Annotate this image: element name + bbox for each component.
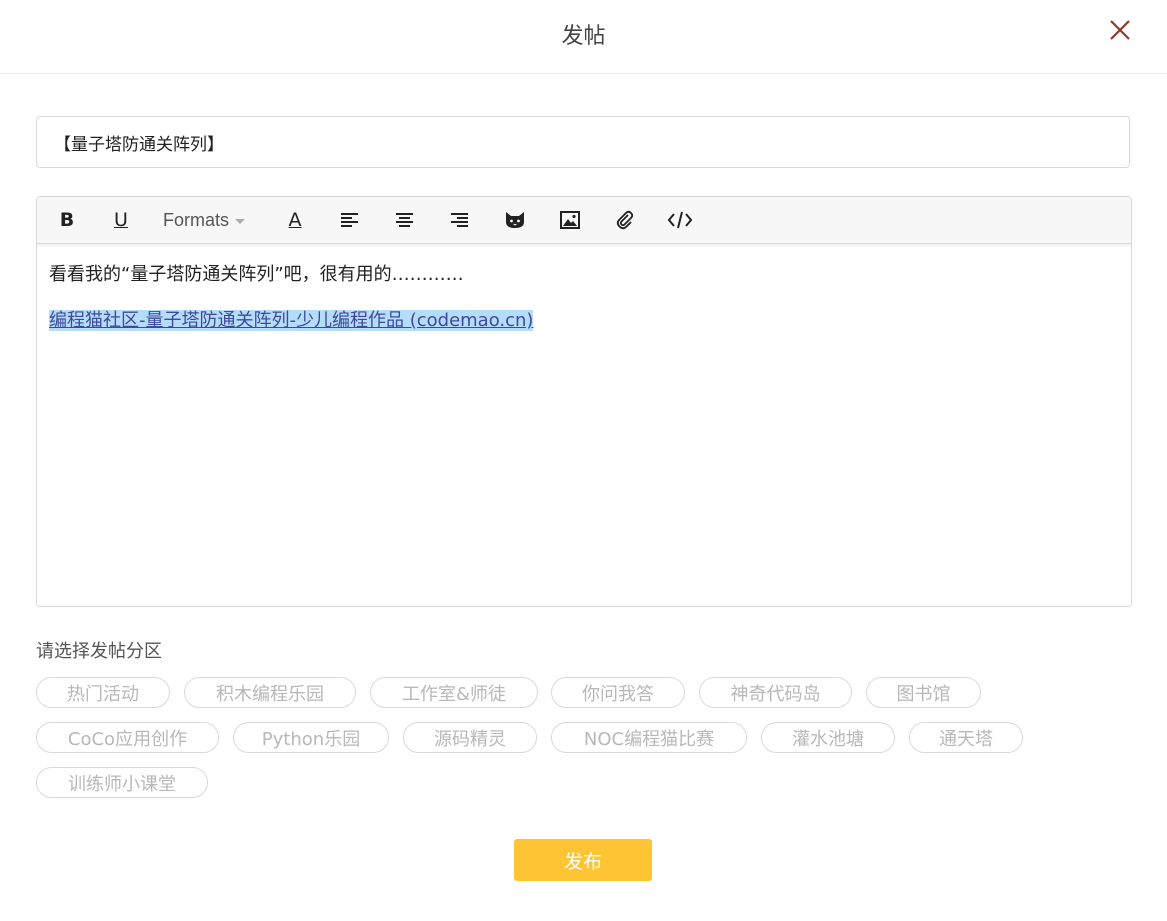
editor-toolbar: B U Formats A: [37, 197, 1131, 244]
font-color-button[interactable]: A: [285, 207, 305, 233]
category-tag[interactable]: 通天塔: [909, 722, 1023, 753]
underline-button[interactable]: U: [111, 207, 131, 233]
attachment-icon: [616, 210, 634, 230]
category-tag[interactable]: 热门活动: [36, 677, 170, 708]
source-code-button[interactable]: [667, 207, 693, 233]
close-button[interactable]: [1106, 16, 1134, 44]
font-color-icon: A: [288, 209, 302, 231]
category-tag[interactable]: NOC编程猫比赛: [551, 722, 747, 753]
align-center-button[interactable]: [394, 207, 416, 233]
formats-dropdown[interactable]: Formats: [163, 207, 246, 233]
category-tag[interactable]: Python乐园: [233, 722, 389, 753]
bold-button[interactable]: B: [57, 207, 77, 233]
bold-icon: B: [59, 209, 75, 231]
category-tag[interactable]: 灌水池塘: [761, 722, 895, 753]
align-center-icon: [396, 213, 413, 227]
category-tag[interactable]: 神奇代码岛: [699, 677, 852, 708]
insert-image-button[interactable]: [559, 207, 581, 233]
category-tag[interactable]: 源码精灵: [403, 722, 537, 753]
category-tag[interactable]: 图书馆: [866, 677, 981, 708]
post-title-input[interactable]: [36, 116, 1130, 168]
category-tag[interactable]: 积木编程乐园: [184, 677, 356, 708]
emoji-button[interactable]: [504, 207, 526, 233]
dialog-title: 发帖: [561, 24, 606, 49]
align-left-icon: [341, 213, 358, 227]
align-right-icon: [451, 213, 468, 227]
category-tag[interactable]: 工作室&师徒: [370, 677, 538, 708]
post-body-text: 看看我的“量子塔防通关阵列”吧，很有用的…………: [49, 264, 464, 285]
cat-emoji-icon: [506, 212, 524, 228]
dialog-header: 发帖: [0, 0, 1167, 74]
category-tag[interactable]: 训练师小课堂: [36, 767, 208, 798]
editor-content[interactable]: 看看我的“量子塔防通关阵列”吧，很有用的………… 编程猫社区-量子塔防通关阵列-…: [37, 244, 1131, 352]
align-left-button[interactable]: [339, 207, 361, 233]
post-link[interactable]: 编程猫社区-量子塔防通关阵列-少儿编程作品 (codemao.cn): [49, 310, 534, 331]
section-label: 请选择发帖分区: [36, 641, 162, 662]
underline-icon: U: [114, 209, 128, 231]
rich-text-editor: B U Formats A 看看我的“量子塔防通关阵列”吧，很有用的………… 编…: [36, 196, 1132, 607]
attachment-button[interactable]: [614, 207, 636, 233]
image-icon: [560, 211, 580, 229]
formats-label: Formats: [163, 209, 230, 230]
code-icon: [667, 211, 693, 229]
category-tag[interactable]: CoCo应用创作: [36, 722, 219, 753]
close-icon: [1110, 20, 1130, 40]
publish-button[interactable]: 发布: [514, 839, 652, 881]
category-tag[interactable]: 你问我答: [551, 677, 685, 708]
align-right-button[interactable]: [449, 207, 471, 233]
chevron-down-icon: [235, 218, 246, 224]
